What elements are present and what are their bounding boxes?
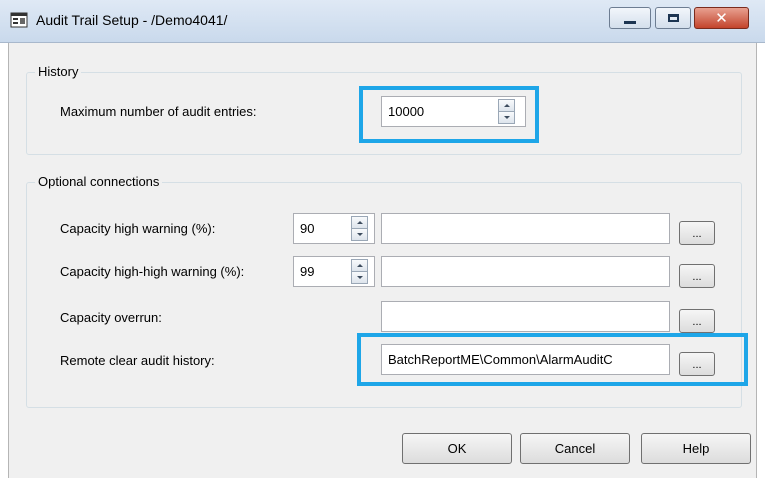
window-title: Audit Trail Setup - /Demo4041/ — [36, 12, 228, 28]
cancel-button[interactable]: Cancel — [520, 433, 630, 464]
spin-down-icon[interactable] — [352, 229, 367, 240]
capacity-high-warning-stepper[interactable] — [351, 216, 368, 241]
minimize-icon — [624, 20, 636, 24]
browse-button[interactable]: ... — [679, 352, 715, 376]
remote-clear-audit-history-connection[interactable]: BatchReportME\Common\AlarmAuditC — [381, 344, 670, 375]
app-window-icon — [10, 12, 28, 28]
capacity-high-warning-connection[interactable] — [381, 213, 670, 244]
close-icon: ✕ — [715, 8, 728, 27]
remote-clear-audit-history-label: Remote clear audit history: — [60, 353, 215, 368]
maximize-button[interactable] — [655, 7, 691, 29]
capacity-overrun-connection[interactable] — [381, 301, 670, 332]
max-entries-label: Maximum number of audit entries: — [60, 104, 257, 119]
close-button[interactable]: ✕ — [694, 7, 749, 29]
browse-button[interactable]: ... — [679, 264, 715, 288]
capacity-high-high-warning-connection[interactable] — [381, 256, 670, 287]
capacity-high-warning-label: Capacity high warning (%): — [60, 221, 216, 236]
history-group-title: History — [35, 64, 82, 79]
spin-down-icon[interactable] — [499, 112, 514, 123]
optional-connections-title: Optional connections — [35, 174, 163, 189]
ok-button[interactable]: OK — [402, 433, 512, 464]
title-bar: Audit Trail Setup - /Demo4041/ ✕ — [0, 0, 765, 43]
browse-button[interactable]: ... — [679, 309, 715, 333]
spin-down-icon[interactable] — [352, 272, 367, 283]
dialog-body: History Maximum number of audit entries:… — [8, 43, 757, 478]
max-entries-stepper[interactable] — [498, 99, 515, 124]
spin-up-icon[interactable] — [499, 100, 514, 112]
spin-up-icon[interactable] — [352, 217, 367, 229]
maximize-icon — [667, 14, 679, 22]
minimize-button[interactable] — [609, 7, 651, 29]
browse-button[interactable]: ... — [679, 221, 715, 245]
spin-up-icon[interactable] — [352, 260, 367, 272]
capacity-high-high-warning-label: Capacity high-high warning (%): — [60, 264, 245, 279]
capacity-overrun-label: Capacity overrun: — [60, 310, 162, 325]
capacity-high-high-warning-stepper[interactable] — [351, 259, 368, 284]
help-button[interactable]: Help — [641, 433, 751, 464]
